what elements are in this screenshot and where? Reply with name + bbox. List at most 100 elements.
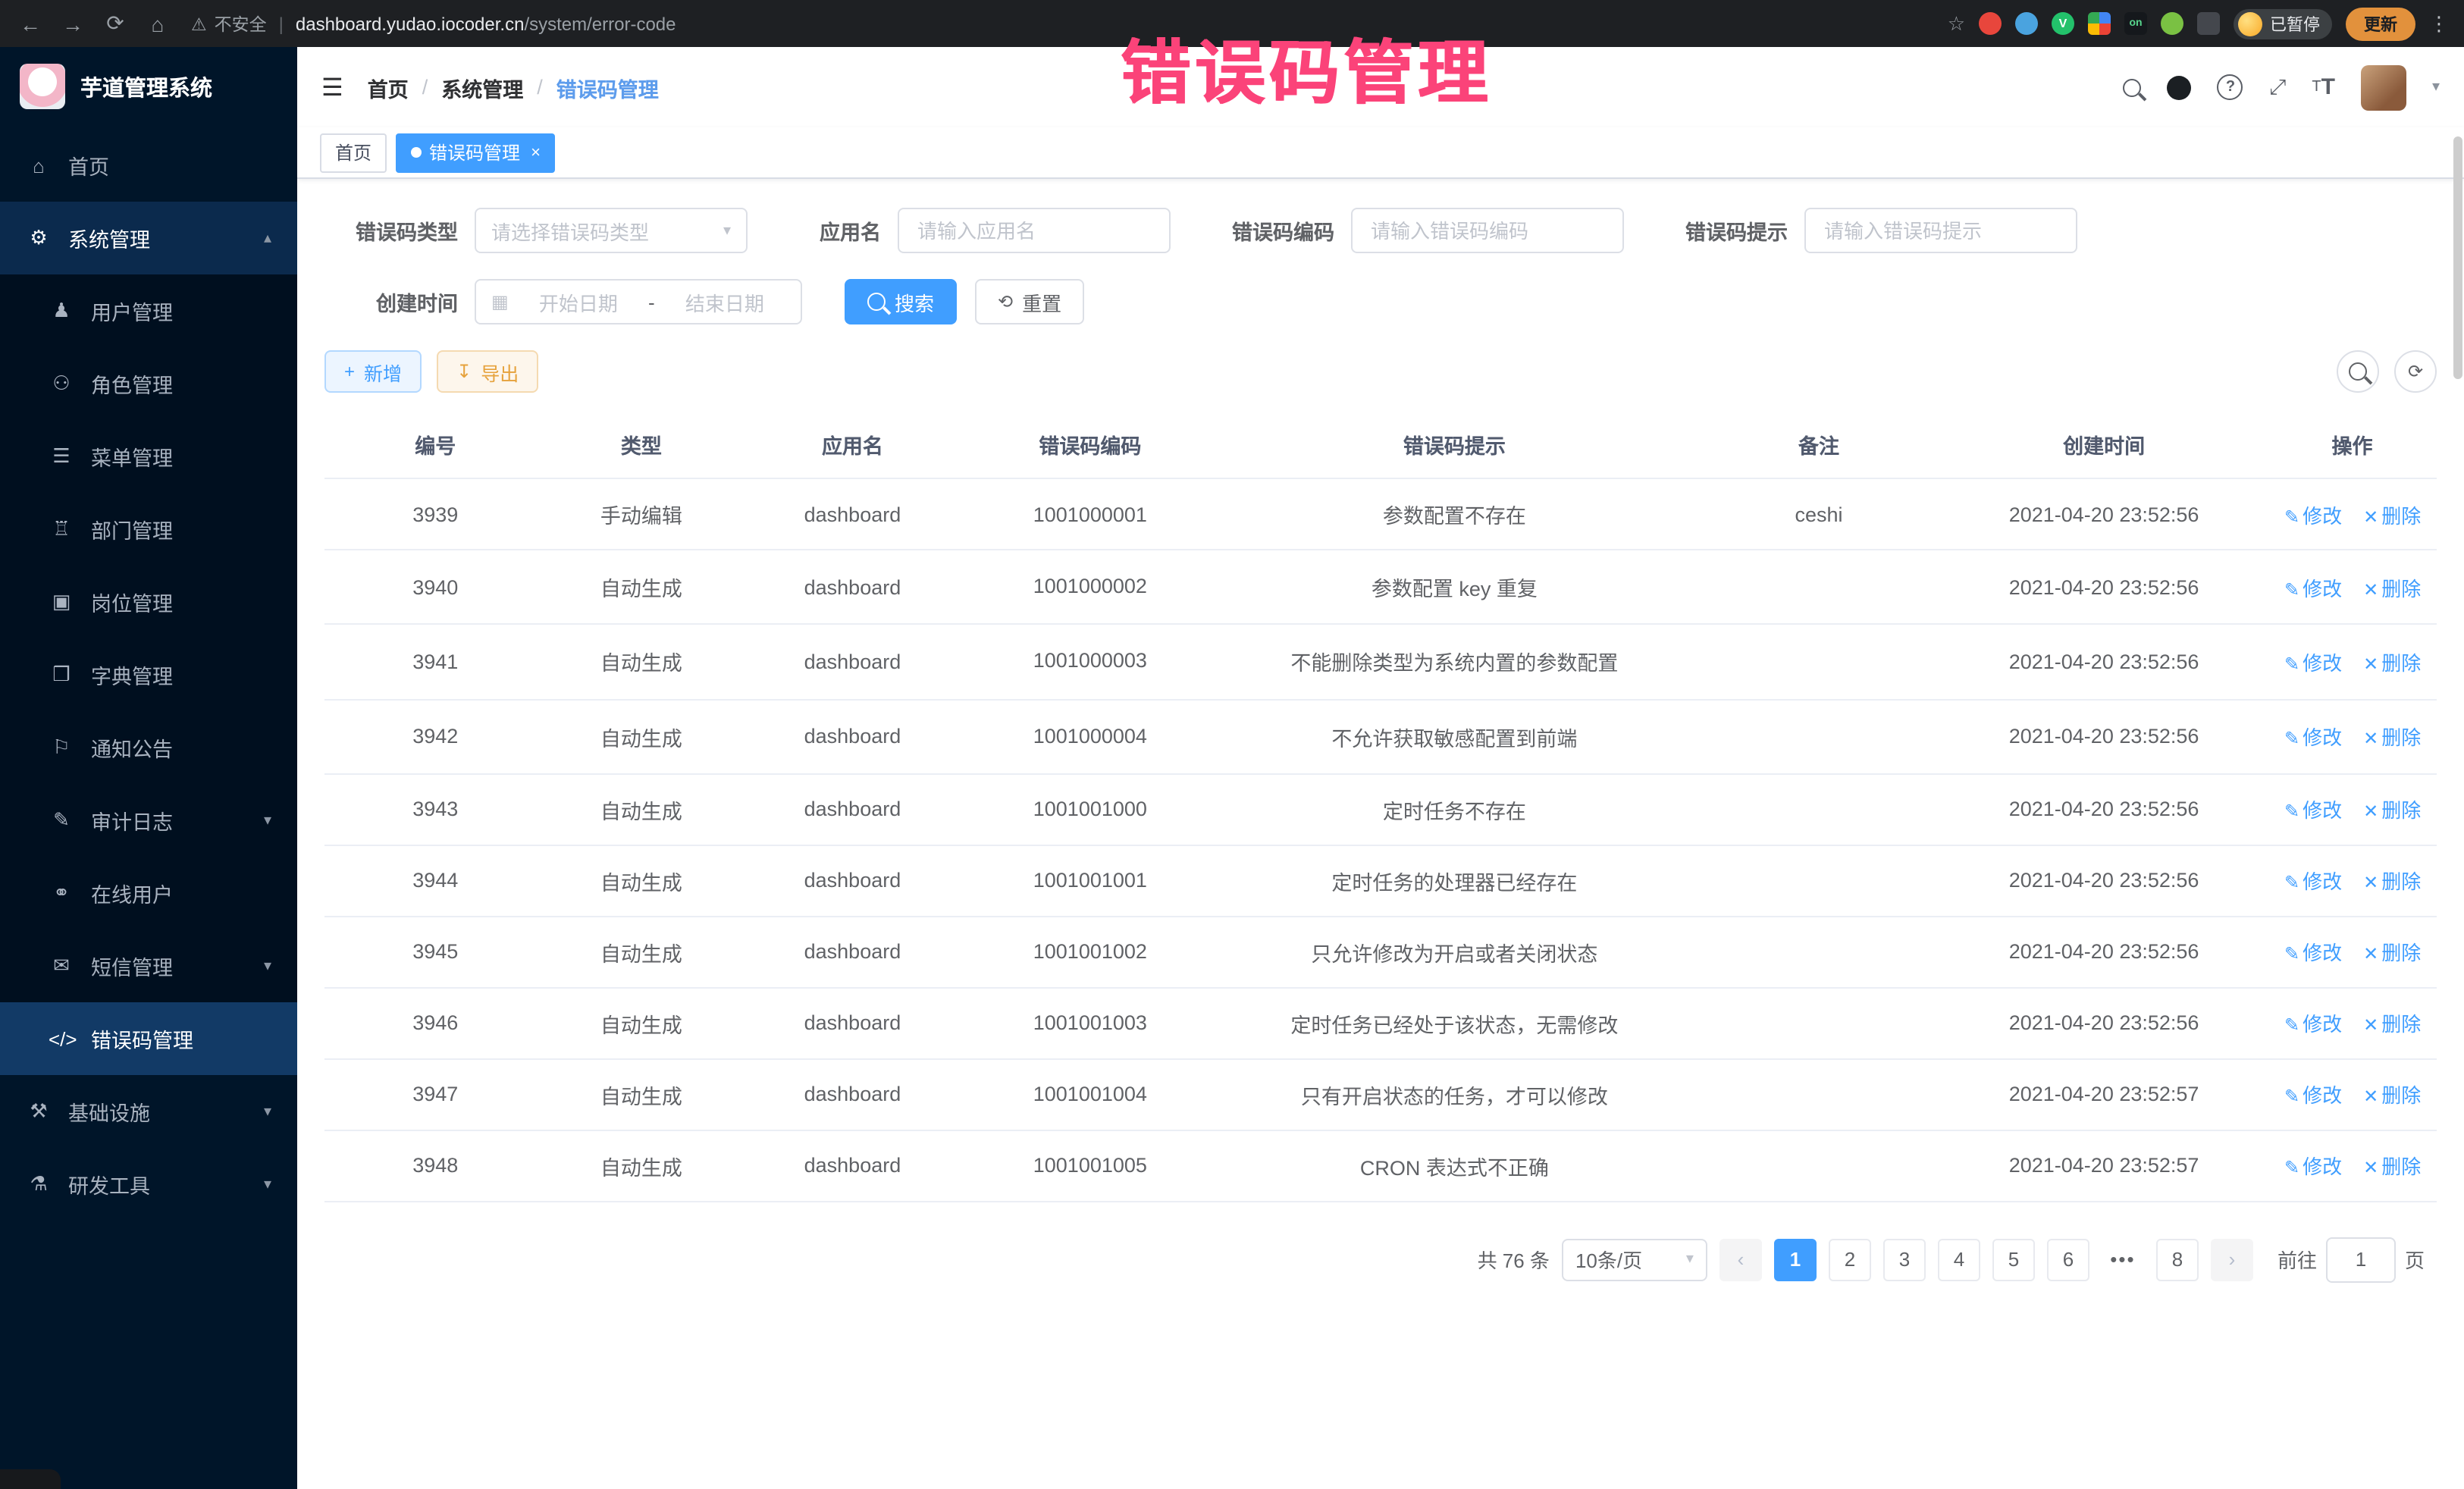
delete-link[interactable]: ✕删除 — [2363, 726, 2421, 749]
close-icon[interactable]: × — [531, 143, 541, 161]
address-bar[interactable]: ⚠ 不安全 | dashboard.yudao.iocoder.cn/syste… — [191, 11, 1936, 36]
page-button-8[interactable]: 8 — [2156, 1239, 2199, 1281]
edit-link[interactable]: ✎修改 — [2284, 652, 2342, 675]
extensions-puzzle-icon[interactable] — [2197, 12, 2220, 35]
sidebar-item-error-code[interactable]: </>错误码管理 — [0, 1002, 297, 1075]
update-button[interactable]: 更新 — [2346, 7, 2415, 40]
sidebar-item-infra[interactable]: ⚒基础设施▾ — [0, 1075, 297, 1148]
sidebar-item-user[interactable]: ♟用户管理 — [0, 274, 297, 347]
cell-actions: ✎修改 ✕删除 — [2268, 1130, 2437, 1202]
edit-link[interactable]: ✎修改 — [2284, 504, 2342, 527]
page-button-4[interactable]: 4 — [1938, 1239, 1980, 1281]
export-button[interactable]: ↧ 导出 — [437, 350, 538, 393]
delete-link[interactable]: ✕删除 — [2363, 871, 2421, 894]
error-code-field — [1351, 208, 1624, 253]
date-range-picker[interactable]: ▦ 开始日期 - 结束日期 — [475, 279, 802, 324]
search-icon[interactable] — [2124, 78, 2142, 96]
page-button-5[interactable]: 5 — [1992, 1239, 2035, 1281]
delete-link[interactable]: ✕删除 — [2363, 577, 2421, 600]
sidebar-item-dept[interactable]: ♖部门管理 — [0, 493, 297, 566]
app-name-input[interactable] — [914, 218, 1154, 243]
sidebar-item-system[interactable]: ⚙系统管理▴ — [0, 202, 297, 274]
delete-link[interactable]: ✕删除 — [2363, 1156, 2421, 1179]
delete-link[interactable]: ✕删除 — [2363, 800, 2421, 823]
help-icon[interactable]: ? — [2218, 74, 2243, 100]
browser-menu-icon[interactable]: ⋮ — [2429, 11, 2449, 36]
edit-link[interactable]: ✎修改 — [2284, 577, 2342, 600]
refresh-table-button[interactable]: ⟳ — [2394, 350, 2437, 393]
user-avatar[interactable] — [2361, 64, 2406, 110]
page-button-1[interactable]: 1 — [1774, 1239, 1817, 1281]
edit-link[interactable]: ✎修改 — [2284, 1085, 2342, 1108]
next-page-button[interactable]: › — [2211, 1239, 2253, 1281]
add-button[interactable]: + 新增 — [324, 350, 422, 393]
github-icon[interactable] — [2168, 75, 2192, 99]
tab-错误码管理[interactable]: 错误码管理× — [396, 133, 556, 172]
page-button-2[interactable]: 2 — [1829, 1239, 1871, 1281]
delete-link[interactable]: ✕删除 — [2363, 942, 2421, 965]
extension-icon-3[interactable]: V — [2052, 12, 2074, 35]
sidebar-item-home[interactable]: ⌂首页 — [0, 129, 297, 202]
cell-hint: 定时任务不存在 — [1212, 774, 1698, 845]
error-hint-input[interactable] — [1821, 218, 2061, 243]
back-icon[interactable]: ← — [15, 11, 45, 36]
sidebar-item-audit-log[interactable]: ✎审计日志▾ — [0, 784, 297, 857]
fullscreen-icon[interactable]: ⤢ — [2269, 74, 2286, 100]
edit-link[interactable]: ✎修改 — [2284, 1156, 2342, 1179]
scrollbar[interactable] — [2453, 136, 2462, 379]
breadcrumb-item[interactable]: 系统管理 — [441, 72, 523, 102]
sidebar-item-role[interactable]: ⚇角色管理 — [0, 347, 297, 420]
sidebar-item-notice[interactable]: ⚐通知公告 — [0, 711, 297, 784]
edit-link[interactable]: ✎修改 — [2284, 726, 2342, 749]
font-size-icon[interactable]: TT — [2312, 74, 2335, 100]
sidebar-item-online-user[interactable]: ⚭在线用户 — [0, 857, 297, 929]
edit-link[interactable]: ✎修改 — [2284, 942, 2342, 965]
chevron-down-icon[interactable]: ▾ — [2432, 79, 2440, 96]
extension-icon-2[interactable] — [2015, 12, 2038, 35]
sidebar-item-menu[interactable]: ☰菜单管理 — [0, 420, 297, 493]
edit-link[interactable]: ✎修改 — [2284, 1014, 2342, 1036]
extension-icon-4[interactable] — [2088, 12, 2111, 35]
app-logo[interactable]: 芋道管理系统 — [0, 47, 297, 126]
goto-page-input[interactable] — [2326, 1237, 2396, 1283]
delete-link[interactable]: ✕删除 — [2363, 1085, 2421, 1108]
error-code-input[interactable] — [1368, 218, 1607, 243]
delete-link[interactable]: ✕删除 — [2363, 1014, 2421, 1036]
toggle-search-button[interactable] — [2337, 350, 2379, 393]
sidebar-item-devtools[interactable]: ⚗研发工具▾ — [0, 1148, 297, 1221]
extension-icon-5[interactable]: on — [2124, 12, 2147, 35]
cell-type: 手动编辑 — [547, 478, 737, 550]
error-type-select[interactable]: 请选择错误码类型 ▾ — [475, 208, 748, 253]
cell-id: 3948 — [324, 1130, 547, 1202]
extension-icon-1[interactable] — [1979, 12, 2002, 35]
sidebar-item-sms[interactable]: ✉短信管理▾ — [0, 929, 297, 1002]
prev-page-button[interactable]: ‹ — [1719, 1239, 1762, 1281]
home-icon[interactable]: ⌂ — [143, 11, 173, 36]
url-text[interactable]: dashboard.yudao.iocoder.cn/system/error-… — [296, 13, 676, 34]
collapse-sidebar-icon[interactable]: ☰ — [321, 72, 343, 102]
page-button-6[interactable]: 6 — [2047, 1239, 2089, 1281]
breadcrumb-item[interactable]: 首页 — [368, 72, 409, 102]
extension-icon-6[interactable] — [2161, 12, 2183, 35]
plus-icon: + — [344, 361, 355, 382]
delete-link[interactable]: ✕删除 — [2363, 652, 2421, 675]
reset-button[interactable]: ⟲ 重置 — [975, 279, 1084, 324]
sidebar-item-post[interactable]: ▣岗位管理 — [0, 566, 297, 638]
forward-icon[interactable]: → — [58, 11, 88, 36]
refresh-icon[interactable]: ⟳ — [100, 11, 130, 36]
profile-paused-badge[interactable]: 已暂停 — [2234, 8, 2332, 39]
sidebar-item-dict[interactable]: ❒字典管理 — [0, 638, 297, 711]
page-ellipsis[interactable]: ••• — [2102, 1239, 2144, 1281]
tab-首页[interactable]: 首页 — [320, 133, 387, 172]
security-status[interactable]: ⚠ 不安全 — [191, 11, 267, 36]
delete-link[interactable]: ✕删除 — [2363, 504, 2421, 527]
breadcrumb-item[interactable]: 错误码管理 — [556, 72, 659, 102]
page-size-select[interactable]: 10条/页 ▾ — [1562, 1239, 1707, 1281]
page-button-3[interactable]: 3 — [1883, 1239, 1926, 1281]
bookmark-star-icon[interactable]: ☆ — [1948, 11, 1965, 36]
cell-id: 3941 — [324, 625, 547, 700]
search-button[interactable]: 搜索 — [845, 279, 957, 324]
edit-link[interactable]: ✎修改 — [2284, 800, 2342, 823]
browser-actions: ☆ V on 已暂停 更新 ⋮ — [1948, 7, 2449, 40]
edit-link[interactable]: ✎修改 — [2284, 871, 2342, 894]
